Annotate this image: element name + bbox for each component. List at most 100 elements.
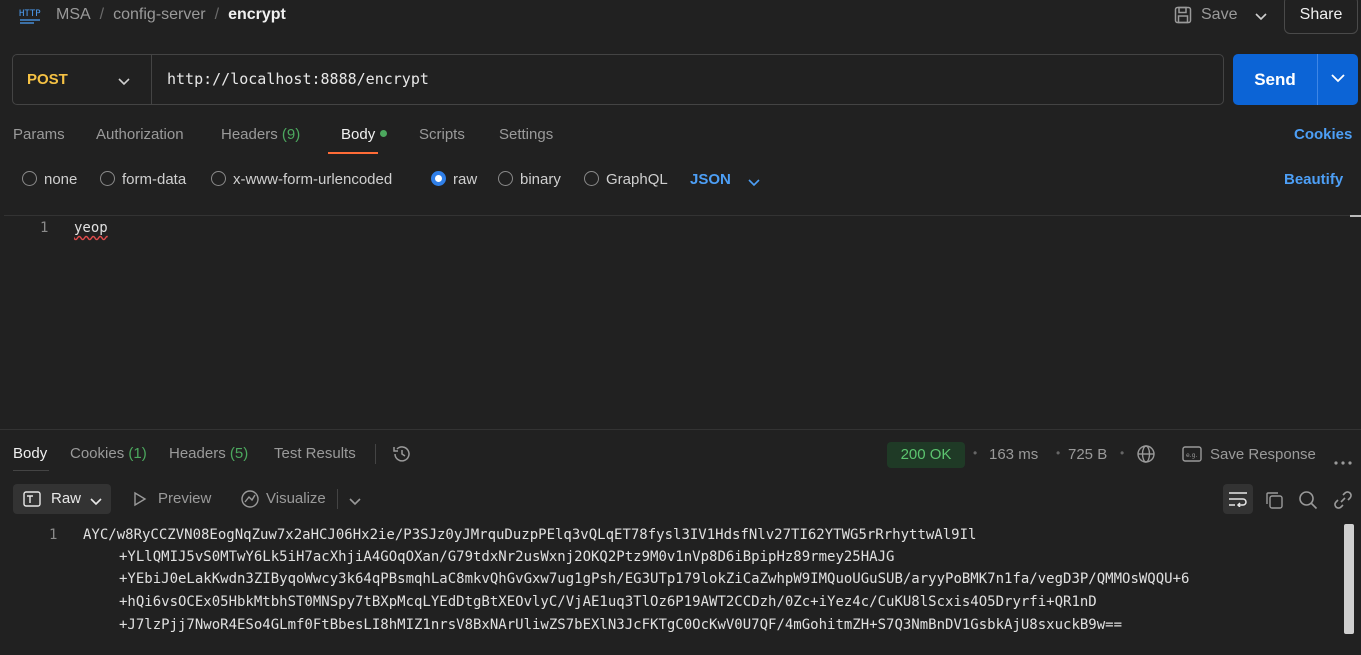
radio-graphql[interactable]: GraphQL	[584, 171, 668, 188]
radio-circle	[211, 171, 226, 186]
separator-dot: •	[1120, 446, 1125, 460]
request-body-editor[interactable]: 1 yeop	[4, 215, 1350, 425]
response-headers-count: (5)	[229, 445, 249, 462]
active-tab-indicator	[328, 152, 378, 154]
response-format-selector[interactable]: Raw	[13, 484, 111, 514]
save-button[interactable]: Save	[1170, 0, 1278, 32]
radio-none[interactable]: none	[22, 171, 77, 188]
radio-none-label: none	[44, 171, 78, 188]
tab-response-cookies-label: Cookies	[70, 445, 125, 462]
separator-dot: •	[973, 446, 978, 460]
radio-form-data[interactable]: form-data	[100, 171, 186, 188]
line-number: 1	[40, 220, 49, 236]
radio-raw[interactable]: raw	[431, 171, 477, 188]
response-line-number: 1	[49, 527, 58, 543]
divider	[151, 55, 152, 104]
tab-response-cookies[interactable]: Cookies (1)	[70, 445, 147, 462]
tab-params[interactable]: Params	[13, 126, 65, 143]
link-icon[interactable]	[1333, 490, 1353, 514]
chevron-down-icon[interactable]	[117, 74, 131, 91]
request-body-text[interactable]: yeop	[74, 220, 108, 236]
tab-scripts[interactable]: Scripts	[419, 126, 465, 143]
separator-dot: •	[1056, 446, 1061, 460]
visualize-button[interactable]: Visualize	[266, 490, 326, 507]
save-label: Save	[1201, 6, 1238, 23]
url-input[interactable]: http://localhost:8888/encrypt	[167, 70, 429, 88]
wrap-lines-button[interactable]	[1223, 484, 1253, 514]
chevron-down-icon[interactable]	[1254, 9, 1268, 26]
svg-text:e.g.: e.g.	[1186, 452, 1197, 459]
response-body-line[interactable]: AYC/w8RyCCZVN08EogNqZuw7x2aHCJ06Hx2ie/P3…	[83, 527, 976, 543]
radio-circle	[498, 171, 513, 186]
tab-response-body[interactable]: Body	[13, 445, 47, 462]
radio-binary[interactable]: binary	[498, 171, 561, 188]
play-icon	[133, 491, 147, 511]
radio-urlencoded[interactable]: x-www-form-urlencoded	[211, 171, 392, 188]
preview-button[interactable]: Preview	[158, 490, 211, 507]
more-options-icon[interactable]	[1334, 452, 1352, 469]
response-body-line[interactable]: +J7lzPjj7NwoR4ESo4GLmf0FtBbesLI8hMIZ1nrs…	[119, 617, 1122, 633]
breadcrumb-folder[interactable]: config-server	[113, 6, 205, 23]
tab-test-results[interactable]: Test Results	[274, 445, 356, 462]
response-scrollbar[interactable]	[1344, 524, 1354, 634]
divider	[337, 489, 338, 509]
visualize-icon	[240, 489, 260, 513]
status-badge: 200 OK	[887, 442, 965, 468]
radio-graphql-label: GraphQL	[606, 171, 668, 188]
tab-response-headers[interactable]: Headers (5)	[169, 445, 248, 462]
pane-divider[interactable]	[0, 429, 1361, 430]
globe-icon[interactable]	[1136, 444, 1156, 468]
tab-headers-label: Headers	[221, 126, 278, 143]
language-selector[interactable]: JSON	[690, 171, 731, 188]
save-response-button[interactable]: Save Response	[1210, 446, 1316, 463]
chevron-down-icon	[89, 494, 103, 511]
method-selector[interactable]: POST	[27, 71, 68, 88]
radio-circle	[22, 171, 37, 186]
chevron-down-icon[interactable]	[747, 175, 761, 192]
radio-circle	[100, 171, 115, 186]
response-size[interactable]: 725 B	[1068, 446, 1107, 463]
breadcrumb: MSA / config-server / encrypt	[56, 6, 286, 23]
breadcrumb-collection[interactable]: MSA	[56, 6, 91, 23]
response-time[interactable]: 163 ms	[989, 446, 1038, 463]
search-icon[interactable]	[1298, 490, 1318, 514]
tab-settings[interactable]: Settings	[499, 126, 553, 143]
share-button[interactable]: Share	[1284, 0, 1358, 34]
cookies-link[interactable]: Cookies	[1294, 126, 1352, 143]
tab-response-headers-label: Headers	[169, 445, 226, 462]
tab-body-label: Body	[341, 126, 376, 143]
send-label[interactable]: Send	[1233, 54, 1317, 105]
history-icon[interactable]	[391, 444, 413, 468]
radio-urlencoded-label: x-www-form-urlencoded	[233, 171, 393, 188]
response-body-line[interactable]: +hQi6vsOCEx05HbkMtbhST0MNSpy7tBXpMcqLYEd…	[119, 594, 1097, 610]
url-bar: POST http://localhost:8888/encrypt	[12, 54, 1224, 105]
response-body-line[interactable]: +YEbiJ0eLakKwdn3ZIByqoWwcy3k64qPBsmqhLaC…	[119, 571, 1189, 587]
headers-count: (9)	[281, 126, 301, 143]
body-indicator-dot	[380, 130, 388, 137]
radio-form-data-label: form-data	[122, 171, 187, 188]
chevron-down-icon[interactable]	[1330, 72, 1346, 89]
radio-circle	[584, 171, 599, 186]
tab-body[interactable]: Body	[341, 126, 388, 143]
request-name[interactable]: encrypt	[228, 6, 286, 23]
response-body-line[interactable]: +YLlQMIJ5vS0MTwY6Lk5iH7acXhjiA4GOqOXan/G…	[119, 549, 894, 565]
http-icon: HTTP	[18, 5, 42, 25]
radio-raw-label: raw	[453, 171, 478, 188]
beautify-button[interactable]: Beautify	[1284, 171, 1343, 188]
send-button[interactable]: Send	[1233, 54, 1358, 105]
cookies-count: (1)	[128, 445, 147, 462]
svg-text:HTTP: HTTP	[19, 9, 41, 19]
raw-text-icon	[23, 491, 41, 511]
active-tab-indicator	[13, 470, 49, 471]
save-icon	[1174, 6, 1192, 28]
save-response-icon[interactable]: e.g.	[1182, 446, 1202, 466]
chevron-down-icon[interactable]	[348, 494, 362, 511]
tab-headers[interactable]: Headers (9)	[221, 126, 300, 143]
divider	[375, 444, 376, 464]
response-format-label: Raw	[51, 490, 82, 507]
copy-icon[interactable]	[1264, 490, 1284, 514]
header-bar: HTTP MSA / config-server / encrypt Save Shar…	[0, 0, 1361, 34]
editor-scrollbar[interactable]	[1350, 215, 1361, 217]
tab-authorization[interactable]: Authorization	[96, 126, 184, 143]
radio-binary-label: binary	[520, 171, 561, 188]
